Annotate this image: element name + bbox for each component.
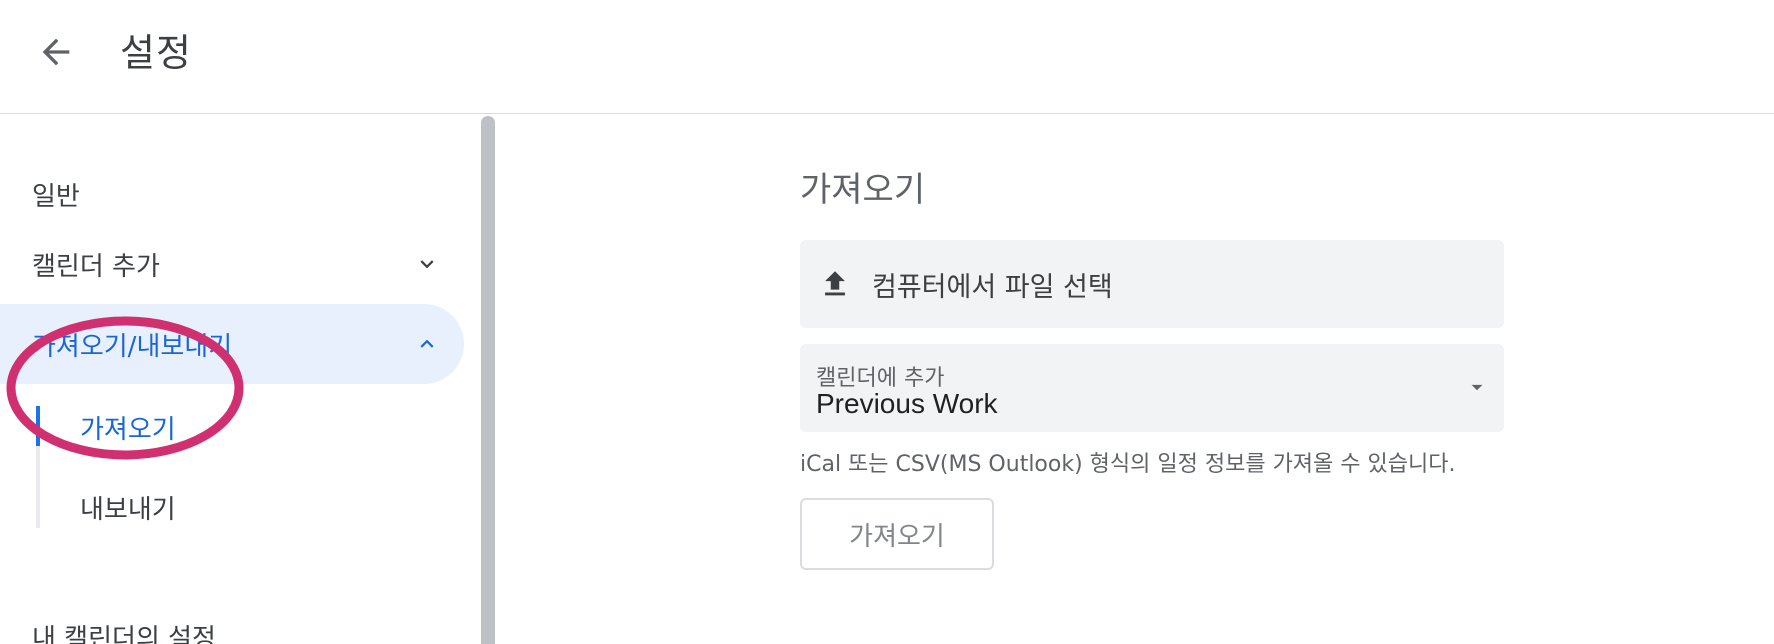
settings-page: 설정 일반 캘린더 추가 가져오기/내보내기 가져오기 내보내기 내 캘린더의 … (0, 0, 1774, 644)
sidebar-subitem-label: 내보내기 (80, 494, 176, 525)
back-button[interactable] (30, 26, 82, 78)
import-help-text: iCal 또는 CSV(MS Outlook) 형식의 일정 정보를 가져올 수… (800, 452, 1456, 477)
choose-file-label: 컴퓨터에서 파일 선택 (872, 271, 1113, 303)
sidebar-subitem-label: 가져오기 (80, 414, 176, 445)
calendar-select-value: Previous Work (816, 388, 998, 419)
sidebar-item-my-calendar-settings[interactable]: 내 캘린더의 설정 (0, 596, 464, 644)
arrow-back-icon (42, 38, 70, 66)
import-button[interactable]: 가져오기 (800, 498, 994, 570)
sidebar-item-label: 가져오기/내보내기 (32, 331, 233, 362)
calendar-select[interactable]: 캘린더에 추가 Previous Work (800, 344, 1504, 432)
sidebar-item-general[interactable]: 일반 (0, 154, 464, 234)
sidebar-subitem-import[interactable]: 가져오기 (40, 396, 460, 458)
page-title: 설정 (120, 31, 192, 75)
sidebar-item-add-calendar[interactable]: 캘린더 추가 (0, 224, 464, 304)
sidebar-item-label: 내 캘린더의 설정 (32, 623, 216, 644)
sidebar-subitem-export[interactable]: 내보내기 (40, 476, 460, 538)
app-header: 설정 (0, 0, 1774, 114)
sidebar-item-label: 일반 (32, 181, 80, 212)
sidebar-item-label: 캘린더 추가 (32, 251, 160, 282)
chevron-down-icon (414, 251, 440, 277)
scrollbar-thumb[interactable] (481, 116, 495, 644)
sidebar-scrollbar[interactable] (480, 114, 496, 644)
section-title: 가져오기 (800, 170, 926, 210)
settings-sidebar: 일반 캘린더 추가 가져오기/내보내기 가져오기 내보내기 내 캘린더의 설정 (0, 114, 480, 644)
choose-file-button[interactable]: 컴퓨터에서 파일 선택 (800, 240, 1504, 328)
dropdown-arrow-icon (1464, 374, 1490, 400)
upload-icon (818, 267, 852, 301)
chevron-up-icon (414, 331, 440, 357)
sidebar-item-import-export[interactable]: 가져오기/내보내기 (0, 304, 464, 384)
